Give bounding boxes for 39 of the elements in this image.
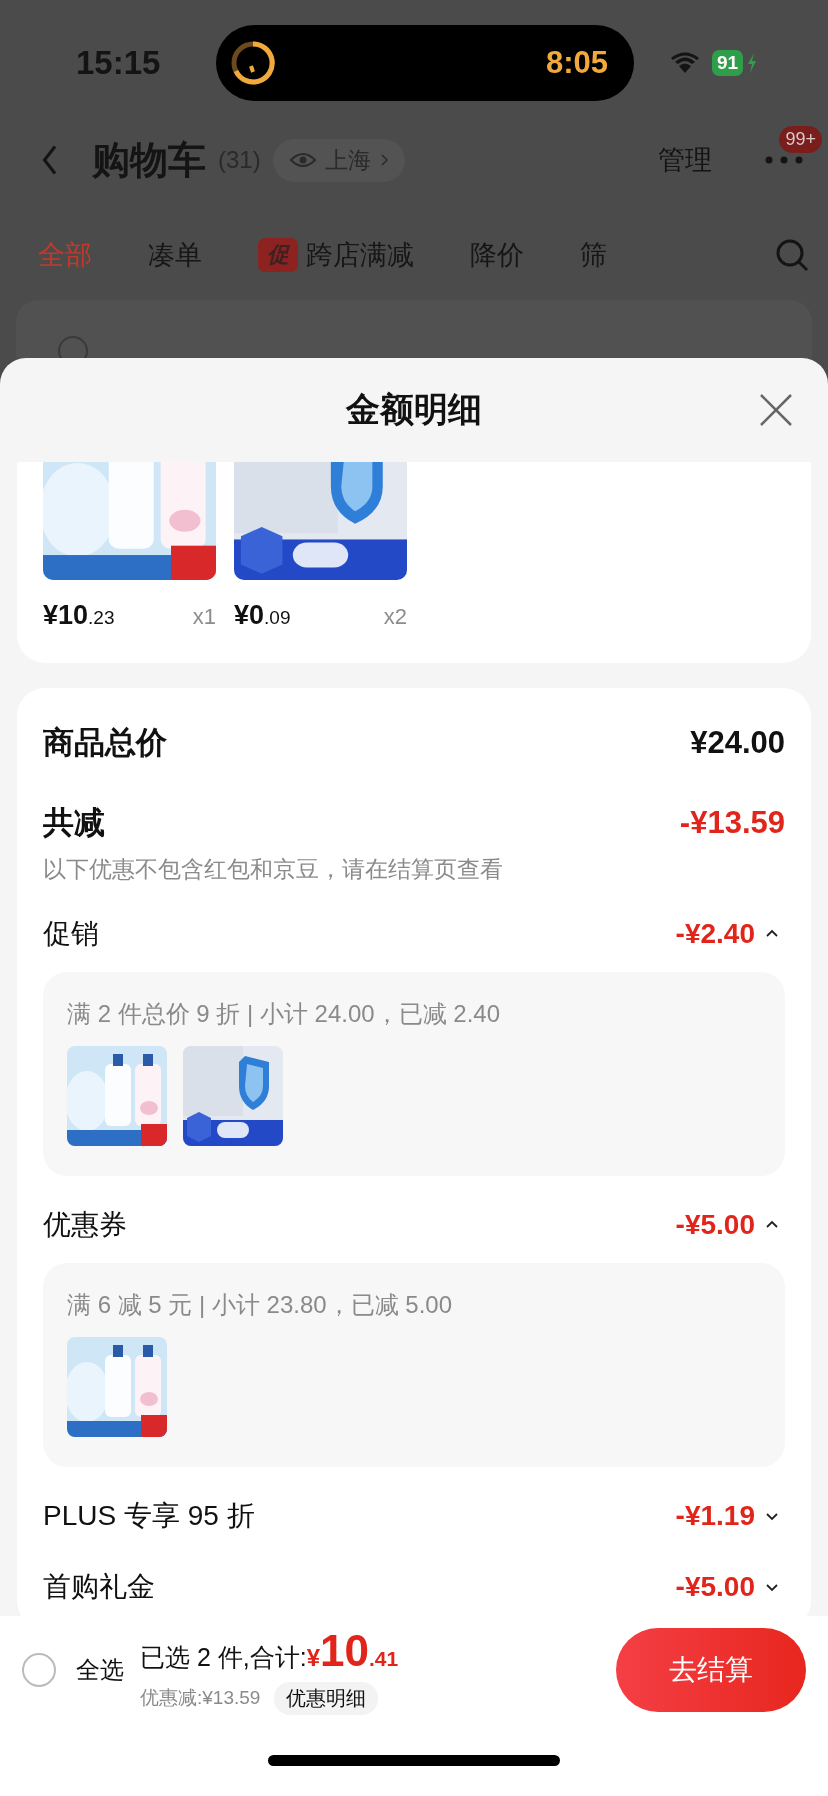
battery-level: 91 (712, 50, 744, 76)
reduction-note: 以下优惠不包含红包和京豆，请在结算页查看 (43, 855, 504, 884)
discount-label: 首购礼金 (43, 1570, 155, 1604)
tab[interactable]: 全部 (38, 237, 92, 273)
sheet-title: 金额明细 (346, 389, 482, 430)
quantity-text: x2 (383, 604, 407, 630)
timer-ring-icon (230, 40, 276, 86)
wifi-icon (670, 51, 700, 75)
reduction-label: 共减 (43, 804, 105, 842)
timer-text: 8:05 (545, 45, 608, 81)
clock-time: 15:15 (76, 44, 162, 82)
selected-summary: 已选 2 件,合计: (140, 1641, 307, 1673)
promo-tag: 促 (258, 238, 298, 272)
select-all-label[interactable]: 全选 (76, 1654, 124, 1686)
discount-label: 优惠券 (43, 1208, 127, 1242)
select-all-checkbox[interactable] (22, 1653, 56, 1687)
discount-amount: -¥5.00 (675, 1209, 755, 1241)
discount-amount: -¥5.00 (675, 1571, 755, 1603)
total-amount: ¥24.00 (690, 725, 785, 761)
chevron-right-icon (378, 152, 389, 168)
product-price: ¥0.09 (234, 600, 291, 631)
discount-amount: -¥2.40 (675, 918, 755, 950)
discount-label: PLUS 专享 95 折 (43, 1499, 255, 1533)
discount-label: 促销 (43, 917, 99, 951)
reduction-amount: -¥13.59 (679, 805, 785, 841)
eye-icon (288, 151, 317, 169)
total-price: ¥10.41 (306, 1625, 399, 1676)
quantity-text: x1 (192, 604, 216, 630)
close-icon[interactable] (758, 392, 794, 428)
discount-amount: -¥1.19 (675, 1500, 755, 1532)
discount-details-button[interactable]: 优惠明细 (274, 1681, 379, 1715)
checkout-button[interactable]: 去结算 (616, 1628, 806, 1712)
discount-detail-text: 满 6 减 5 元 | 小计 23.80，已减 5.00 (67, 1290, 454, 1320)
product-price: ¥10.23 (43, 600, 115, 631)
discount-detail-text: 满 2 件总价 9 折 | 小计 24.00，已减 2.40 (67, 999, 502, 1029)
notification-badge: 99+ (779, 126, 822, 153)
total-label: 商品总价 (43, 724, 167, 762)
savings-text: 优惠减:¥13.59 (140, 1686, 261, 1710)
charging-icon (747, 53, 758, 73)
